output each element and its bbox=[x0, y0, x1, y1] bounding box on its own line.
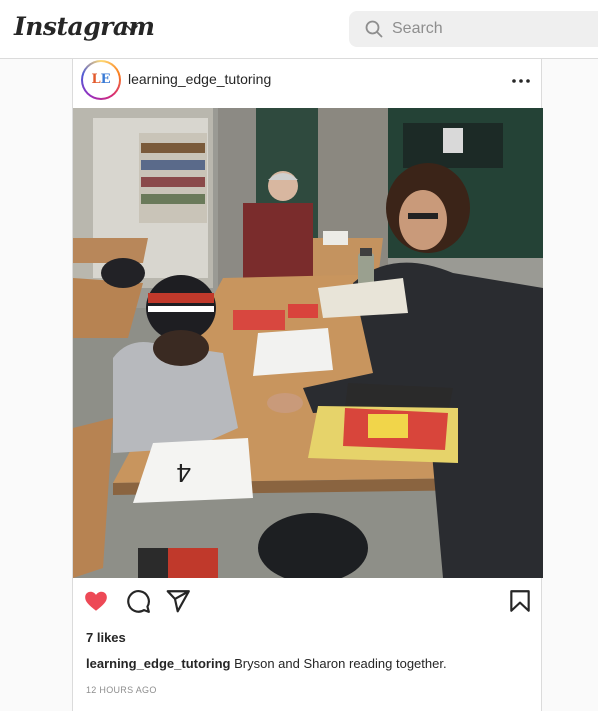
bookmark-icon[interactable] bbox=[507, 588, 533, 614]
post-caption: learning_edge_tutoring Bryson and Sharon… bbox=[86, 656, 447, 671]
post-timestamp[interactable]: 12 HOURS AGO bbox=[86, 685, 157, 695]
search-bar[interactable] bbox=[349, 11, 598, 47]
caption-text: Bryson and Sharon reading together. bbox=[234, 656, 447, 671]
author-avatar[interactable]: LE bbox=[81, 60, 121, 100]
more-horizontal-icon[interactable] bbox=[509, 69, 533, 93]
search-icon bbox=[365, 20, 383, 38]
avatar-initials: LE bbox=[83, 62, 119, 98]
post-card: LE learning_edge_tutoring 4 7 likes lear… bbox=[72, 59, 543, 711]
svg-text:4: 4 bbox=[177, 458, 191, 488]
comment-icon[interactable] bbox=[125, 588, 151, 614]
author-username[interactable]: learning_edge_tutoring bbox=[128, 71, 271, 87]
chevron-down-icon[interactable] bbox=[124, 20, 140, 36]
search-input[interactable] bbox=[392, 11, 592, 47]
post-actions bbox=[73, 586, 543, 616]
paper-plane-icon[interactable] bbox=[165, 588, 191, 614]
post-header: LE learning_edge_tutoring bbox=[73, 59, 543, 107]
likes-count[interactable]: 7 likes bbox=[86, 630, 126, 645]
heart-icon[interactable] bbox=[83, 588, 109, 614]
top-nav-bar: Instagram bbox=[0, 0, 598, 59]
caption-username[interactable]: learning_edge_tutoring bbox=[86, 656, 230, 671]
post-photo[interactable]: 4 bbox=[73, 108, 543, 578]
